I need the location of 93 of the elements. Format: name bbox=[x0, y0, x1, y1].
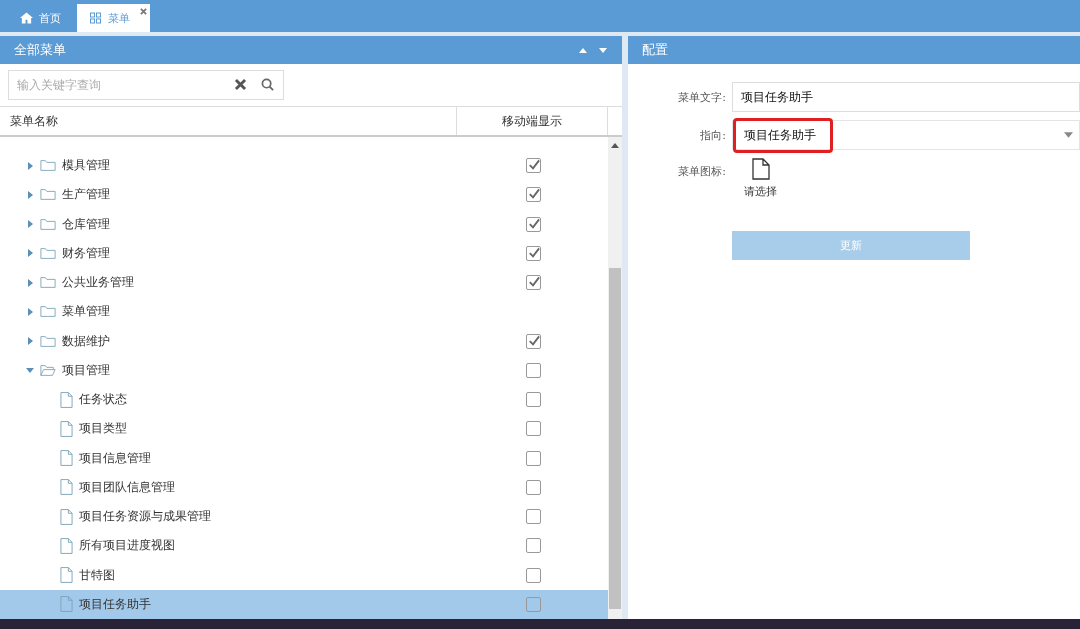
grid-icon bbox=[89, 12, 102, 24]
document-icon bbox=[60, 596, 73, 613]
target-dropdown[interactable]: 项目任务助手 bbox=[732, 120, 1080, 150]
checkbox[interactable] bbox=[525, 392, 541, 408]
tree-row[interactable]: 所有项目进度视图 bbox=[0, 531, 608, 561]
tree-label: 数据维护 bbox=[62, 332, 110, 350]
caret-icon[interactable] bbox=[26, 220, 34, 229]
clear-icon[interactable] bbox=[234, 78, 247, 91]
folder-icon bbox=[40, 334, 56, 348]
tree-label: 模具管理 bbox=[62, 157, 110, 175]
scrollbar[interactable] bbox=[608, 137, 622, 619]
caret-icon[interactable] bbox=[26, 366, 34, 375]
tree-label: 任务状态 bbox=[79, 391, 127, 409]
tree-label: 生产管理 bbox=[62, 186, 110, 204]
checkbox[interactable] bbox=[525, 567, 541, 583]
field-label: 菜单文字: bbox=[677, 89, 727, 105]
field-label: 菜单图标: bbox=[677, 164, 727, 179]
tree-row[interactable]: 任务状态 bbox=[0, 385, 608, 415]
caret-icon[interactable] bbox=[26, 249, 34, 258]
folder-icon bbox=[40, 188, 56, 202]
dropdown-value: 项目任务助手 bbox=[733, 117, 833, 153]
folder-icon bbox=[40, 276, 56, 290]
tree-row[interactable]: 仓库管理 bbox=[0, 209, 608, 239]
tree-label: 项目任务资源与成果管理 bbox=[79, 508, 211, 526]
folder-icon bbox=[40, 363, 56, 377]
caret-icon[interactable] bbox=[26, 161, 34, 170]
tree-row[interactable]: 菜单管理 bbox=[0, 297, 608, 327]
folder-icon bbox=[40, 305, 56, 319]
tree-row[interactable]: 项目信息管理 bbox=[0, 443, 608, 473]
document-icon bbox=[60, 537, 73, 554]
checkbox[interactable] bbox=[525, 450, 541, 466]
checkbox[interactable] bbox=[525, 596, 541, 612]
column-header: 菜单名称 bbox=[0, 107, 457, 135]
column-header: 移动端显示 bbox=[457, 107, 608, 135]
panel-title: 全部菜单 bbox=[14, 41, 66, 59]
close-icon[interactable] bbox=[140, 8, 147, 15]
menu-text-field[interactable]: 项目任务助手 bbox=[732, 82, 1080, 112]
tree-row[interactable]: 财务管理 bbox=[0, 238, 608, 268]
tree-row[interactable]: 项目类型 bbox=[0, 414, 608, 444]
folder-icon bbox=[40, 217, 56, 231]
document-icon bbox=[60, 450, 73, 467]
home-icon bbox=[20, 12, 33, 24]
folder-icon bbox=[40, 246, 56, 260]
search-icon[interactable] bbox=[261, 78, 274, 91]
tree-label: 菜单管理 bbox=[62, 303, 110, 321]
document-icon bbox=[751, 158, 770, 180]
tree-row[interactable]: 数据维护 bbox=[0, 326, 608, 356]
checkbox[interactable] bbox=[525, 245, 541, 261]
tree-label: 项目管理 bbox=[62, 361, 110, 379]
tree-label: 项目任务助手 bbox=[79, 595, 151, 613]
document-icon bbox=[60, 420, 73, 437]
icon-picker[interactable]: 请选择 bbox=[744, 158, 777, 199]
checkbox[interactable] bbox=[525, 421, 541, 437]
checkbox[interactable] bbox=[525, 158, 541, 174]
document-icon bbox=[60, 479, 73, 496]
checkbox[interactable] bbox=[525, 333, 541, 349]
panel-title: 配置 bbox=[642, 41, 668, 59]
checkbox[interactable] bbox=[525, 509, 541, 525]
document-icon bbox=[60, 508, 73, 525]
tree-label: 仓库管理 bbox=[62, 215, 110, 233]
tree-row[interactable]: 项目团队信息管理 bbox=[0, 472, 608, 502]
document-icon bbox=[60, 567, 73, 584]
folder-icon bbox=[40, 159, 56, 173]
caret-icon[interactable] bbox=[26, 190, 34, 199]
checkbox[interactable] bbox=[525, 275, 541, 291]
search-field[interactable]: 输入关键字查询 bbox=[8, 70, 284, 100]
tree-label: 公共业务管理 bbox=[62, 274, 134, 292]
collapse-arrows-icon[interactable] bbox=[578, 46, 608, 54]
tree-row[interactable]: 模具管理 bbox=[0, 151, 608, 181]
tree-row[interactable]: 项目管理 bbox=[0, 355, 608, 385]
tree-row[interactable]: 项目任务资源与成果管理 bbox=[0, 502, 608, 532]
caret-icon[interactable] bbox=[26, 307, 34, 316]
checkbox[interactable] bbox=[525, 538, 541, 554]
tree-row[interactable]: 甘特图 bbox=[0, 560, 608, 590]
tree-row[interactable]: 生产管理 bbox=[0, 180, 608, 210]
tree-label: 项目类型 bbox=[79, 420, 127, 438]
dropdown-caret-icon bbox=[1064, 132, 1073, 138]
checkbox[interactable] bbox=[525, 479, 541, 495]
tree-label: 项目团队信息管理 bbox=[79, 478, 175, 496]
tree-row[interactable]: 公共业务管理 bbox=[0, 268, 608, 298]
checkbox[interactable] bbox=[525, 362, 541, 378]
field-label: 指向: bbox=[699, 127, 727, 143]
caret-icon[interactable] bbox=[26, 278, 34, 287]
caret-icon[interactable] bbox=[26, 337, 34, 346]
scroll-up-icon[interactable] bbox=[611, 143, 619, 148]
document-icon bbox=[60, 391, 73, 408]
checkbox[interactable] bbox=[525, 216, 541, 232]
checkbox[interactable] bbox=[525, 187, 541, 203]
tree-label: 项目信息管理 bbox=[79, 449, 151, 467]
tree-row[interactable]: 项目任务助手 bbox=[0, 589, 608, 619]
tree-label: 甘特图 bbox=[79, 566, 115, 584]
tree-label: 所有项目进度视图 bbox=[79, 537, 175, 555]
tree-label: 财务管理 bbox=[62, 244, 110, 262]
